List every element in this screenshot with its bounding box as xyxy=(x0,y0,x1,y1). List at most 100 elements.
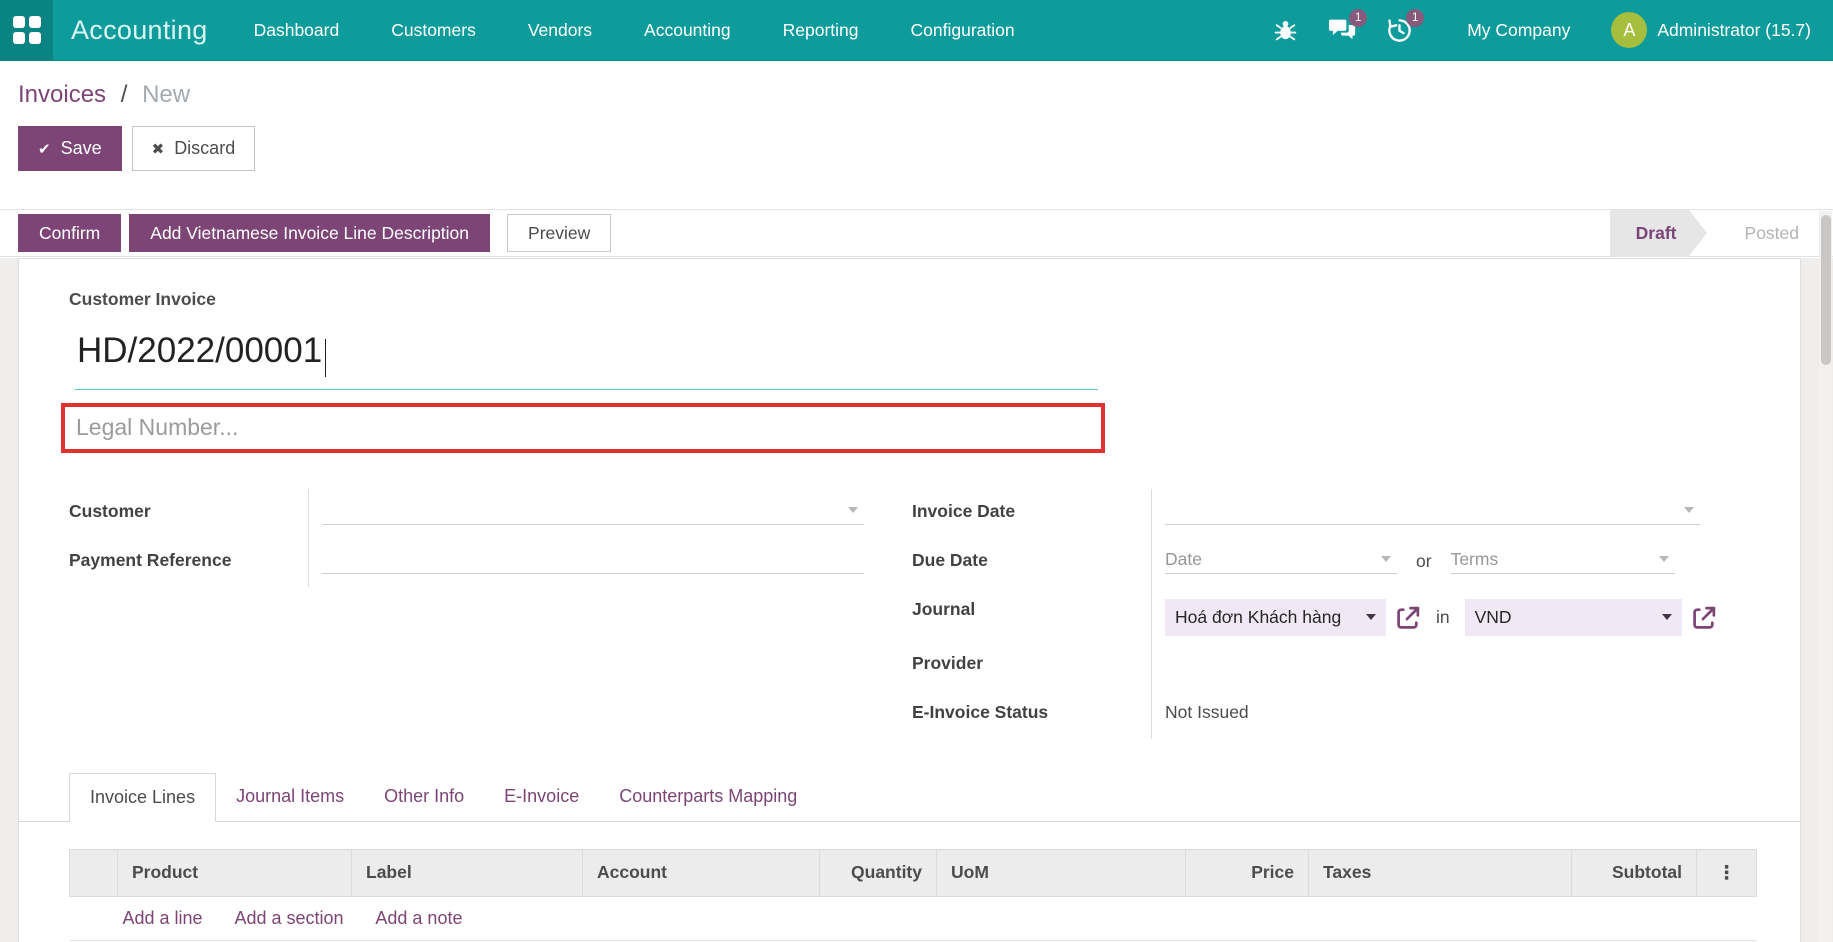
col-account: Account xyxy=(583,849,820,896)
add-vietnamese-invoice-line-description-button[interactable]: Add Vietnamese Invoice Line Description xyxy=(129,214,490,252)
invoice-date-label: Invoice Date xyxy=(912,489,1151,538)
vertical-scrollbar[interactable] xyxy=(1819,211,1832,942)
add-note-link[interactable]: Add a note xyxy=(375,908,462,928)
invoice-number-field[interactable]: HD/2022/00001 xyxy=(75,323,1098,390)
journal-value: Hoá đơn Khách hàng xyxy=(1175,607,1341,628)
debug-button[interactable] xyxy=(1270,15,1300,45)
provider-field[interactable] xyxy=(1151,641,1702,690)
column-options-button[interactable]: ⋮ xyxy=(1697,849,1757,896)
field-group-left: Customer Payment Reference xyxy=(69,489,912,739)
payment-reference-label: Payment Reference xyxy=(69,538,308,587)
vertical-dots-icon: ⋮ xyxy=(1717,862,1736,884)
terms-placeholder: Terms xyxy=(1451,549,1499,570)
external-link-icon[interactable] xyxy=(1396,605,1421,630)
customer-label: Customer xyxy=(69,489,308,538)
add-line-link[interactable]: Add a line xyxy=(123,908,203,928)
customer-field[interactable] xyxy=(308,489,912,538)
field-row-provider: Provider xyxy=(912,641,1702,690)
app-title[interactable]: Accounting xyxy=(71,15,208,46)
notebook-tabs: Invoice Lines Journal Items Other Info E… xyxy=(19,773,1800,822)
x-icon: ✖ xyxy=(152,140,165,158)
discard-label: Discard xyxy=(174,138,235,159)
activities-button[interactable]: 1 xyxy=(1384,15,1414,45)
col-uom: UoM xyxy=(937,849,1186,896)
status-arrow xyxy=(1689,210,1707,256)
col-label: Label xyxy=(352,849,583,896)
col-drag-handle xyxy=(70,849,118,896)
top-navbar: Accounting Dashboard Customers Vendors A… xyxy=(0,0,1833,61)
journal-label: Journal xyxy=(912,587,1151,641)
tab-invoice-lines[interactable]: Invoice Lines xyxy=(69,773,216,822)
user-name: Administrator (15.7) xyxy=(1657,20,1811,41)
bug-icon xyxy=(1273,18,1298,43)
col-price: Price xyxy=(1186,849,1309,896)
navbar-right: 1 1 My Company A Administrator (15.7) xyxy=(1270,12,1833,48)
scrollbar-thumb[interactable] xyxy=(1821,215,1831,365)
provider-label: Provider xyxy=(912,641,1151,690)
due-date-field: Date or Terms xyxy=(1151,538,1702,587)
field-row-journal: Journal Hoá đơn Khách hàng xyxy=(912,587,1702,641)
tab-other-info[interactable]: Other Info xyxy=(364,773,484,821)
external-link-icon[interactable] xyxy=(1692,605,1717,630)
text-cursor xyxy=(325,339,326,377)
chevron-down-icon xyxy=(1366,614,1376,620)
menu-reporting[interactable]: Reporting xyxy=(783,20,859,41)
control-buttons: ✔ Save ✖ Discard xyxy=(18,126,1833,171)
field-row-einvoice-status: E-Invoice Status Not Issued xyxy=(912,690,1702,739)
control-panel: Invoices / New ✔ Save ✖ Discard xyxy=(0,61,1833,210)
add-section-link[interactable]: Add a section xyxy=(234,908,343,928)
save-button[interactable]: ✔ Save xyxy=(18,126,122,171)
status-posted[interactable]: Posted xyxy=(1707,210,1833,257)
menu-customers[interactable]: Customers xyxy=(391,20,476,41)
field-row-invoice-date: Invoice Date xyxy=(912,489,1702,538)
breadcrumb-separator: / xyxy=(121,81,128,108)
currency-value: VND xyxy=(1475,607,1512,628)
invoice-date-field[interactable] xyxy=(1151,489,1702,538)
menu-vendors[interactable]: Vendors xyxy=(528,20,592,41)
tab-journal-items[interactable]: Journal Items xyxy=(216,773,364,821)
chevron-down-icon xyxy=(1662,614,1672,620)
field-row-payment-reference: Payment Reference xyxy=(69,538,912,587)
activities-badge: 1 xyxy=(1406,9,1424,27)
field-row-due-date: Due Date Date or Terms xyxy=(912,538,1702,587)
messages-badge: 1 xyxy=(1349,9,1367,27)
breadcrumb-current: New xyxy=(142,81,190,108)
status-draft[interactable]: Draft xyxy=(1610,210,1689,257)
user-menu[interactable]: A Administrator (15.7) xyxy=(1611,12,1811,48)
journal-select[interactable]: Hoá đơn Khách hàng xyxy=(1165,599,1386,636)
tab-counterparts-mapping[interactable]: Counterparts Mapping xyxy=(599,773,817,821)
preview-button[interactable]: Preview xyxy=(507,214,611,252)
currency-select[interactable]: VND xyxy=(1465,599,1682,636)
col-quantity: Quantity xyxy=(820,849,937,896)
due-date-input[interactable]: Date xyxy=(1165,550,1397,574)
in-label: in xyxy=(1436,607,1450,628)
einvoice-status-label: E-Invoice Status xyxy=(912,690,1151,739)
user-avatar: A xyxy=(1611,12,1647,48)
col-product: Product xyxy=(118,849,352,896)
confirm-button[interactable]: Confirm xyxy=(18,214,121,252)
field-groups: Customer Payment Reference Invoice Date xyxy=(69,489,1750,739)
payment-terms-input[interactable]: Terms xyxy=(1451,550,1675,574)
col-subtotal: Subtotal xyxy=(1572,849,1697,896)
legal-number-field[interactable]: Legal Number... xyxy=(61,403,1105,453)
form-background: Customer Invoice HD/2022/00001 Legal Num… xyxy=(0,258,1833,942)
doc-type-label: Customer Invoice xyxy=(69,289,1750,310)
field-row-customer: Customer xyxy=(69,489,912,538)
messages-button[interactable]: 1 xyxy=(1327,15,1357,45)
discard-button[interactable]: ✖ Discard xyxy=(132,126,256,171)
journal-field: Hoá đơn Khách hàng in VND xyxy=(1151,587,1717,641)
breadcrumb-invoices[interactable]: Invoices xyxy=(18,81,106,108)
table-header-row: Product Label Account Quantity UoM Price… xyxy=(70,849,1757,896)
menu-configuration[interactable]: Configuration xyxy=(911,20,1015,41)
invoice-lines-table: Product Label Account Quantity UoM Price… xyxy=(69,849,1757,941)
field-group-right: Invoice Date Due Date Date or xyxy=(912,489,1702,739)
tab-e-invoice[interactable]: E-Invoice xyxy=(484,773,599,821)
company-switcher[interactable]: My Company xyxy=(1467,20,1570,41)
invoice-number-value: HD/2022/00001 xyxy=(77,331,322,370)
payment-reference-field[interactable] xyxy=(308,538,912,587)
menu-dashboard[interactable]: Dashboard xyxy=(254,20,340,41)
menu-accounting[interactable]: Accounting xyxy=(644,20,731,41)
breadcrumb: Invoices / New xyxy=(18,81,1833,109)
apps-menu-button[interactable] xyxy=(0,0,53,61)
einvoice-status-value: Not Issued xyxy=(1165,702,1249,722)
